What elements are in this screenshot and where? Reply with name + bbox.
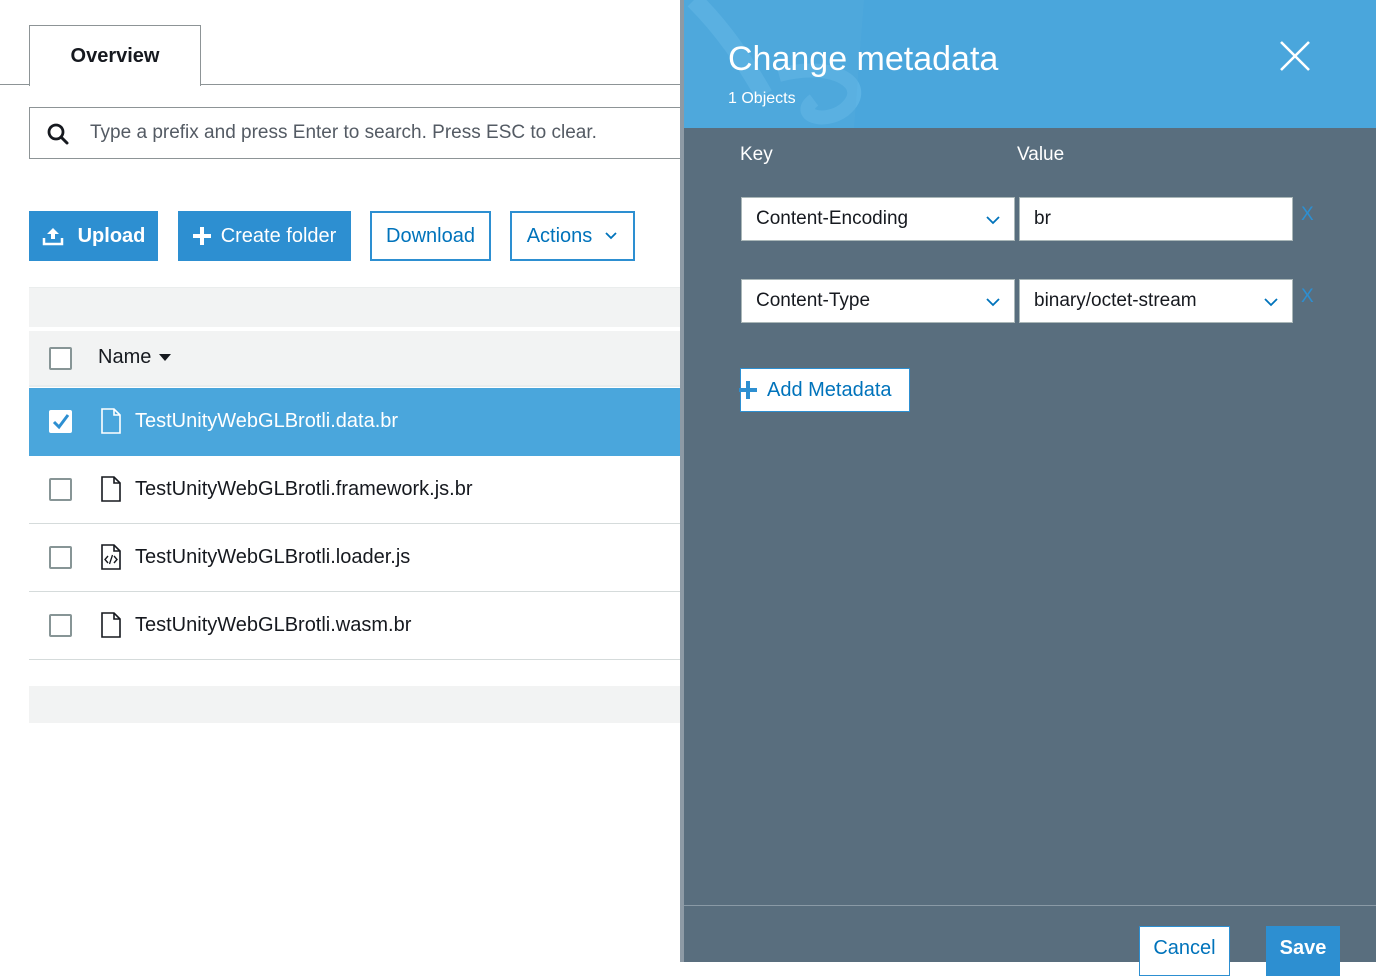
checkmark-icon xyxy=(52,414,70,430)
metadata-key-value: Content-Type xyxy=(756,290,871,311)
cancel-button[interactable]: Cancel xyxy=(1139,926,1230,976)
file-name[interactable]: TestUnityWebGLBrotli.data.br xyxy=(135,410,398,433)
table-header: Name xyxy=(29,331,684,387)
search-bar[interactable] xyxy=(29,107,684,159)
row-checkbox[interactable] xyxy=(49,410,72,433)
file-name[interactable]: TestUnityWebGLBrotli.loader.js xyxy=(135,546,410,569)
metadata-key-select[interactable]: Content-Encoding xyxy=(741,197,1015,241)
table-row[interactable]: TestUnityWebGLBrotli.data.br xyxy=(29,388,684,456)
metadata-value-text: br xyxy=(1034,208,1051,229)
table-toolbar-band xyxy=(29,287,684,327)
panel-body xyxy=(684,128,1376,962)
panel-right-margin xyxy=(1376,0,1400,962)
panel-subtitle: 1 Objects xyxy=(728,90,796,107)
sort-down-icon xyxy=(159,353,172,361)
bucket-browser: Overview Upload Create folder Download A… xyxy=(0,0,684,962)
table-row[interactable]: TestUnityWebGLBrotli.framework.js.br xyxy=(29,456,684,524)
file-icon xyxy=(101,612,121,638)
row-checkbox[interactable] xyxy=(49,614,72,637)
save-button[interactable]: Save xyxy=(1266,926,1340,976)
file-icon xyxy=(101,476,121,502)
panel-header: Change metadata 1 Objects xyxy=(684,0,1376,128)
panel-title: Change metadata xyxy=(728,40,999,78)
download-label: Download xyxy=(386,224,475,247)
upload-button[interactable]: Upload xyxy=(29,211,158,261)
tab-overview[interactable]: Overview xyxy=(29,25,201,86)
remove-metadata-button[interactable]: X xyxy=(1301,286,1314,308)
upload-label: Upload xyxy=(77,224,146,247)
name-column-header[interactable]: Name xyxy=(98,346,172,369)
add-metadata-button[interactable]: Add Metadata xyxy=(739,368,910,412)
table-row[interactable]: TestUnityWebGLBrotli.wasm.br xyxy=(29,592,684,660)
file-name[interactable]: TestUnityWebGLBrotli.wasm.br xyxy=(135,614,411,637)
search-input[interactable] xyxy=(90,116,684,150)
search-icon xyxy=(47,123,69,145)
actions-label: Actions xyxy=(526,224,593,247)
chevron-down-icon xyxy=(605,232,617,240)
chevron-down-icon xyxy=(986,298,1000,307)
metadata-value-select[interactable]: binary/octet-stream xyxy=(1019,279,1293,323)
actions-dropdown[interactable]: Actions xyxy=(510,211,635,261)
panel-footer-divider xyxy=(684,905,1376,906)
metadata-value-input[interactable]: br xyxy=(1019,197,1293,241)
select-all-checkbox[interactable] xyxy=(49,347,72,370)
row-checkbox[interactable] xyxy=(49,546,72,569)
row-checkbox[interactable] xyxy=(49,478,72,501)
file-name[interactable]: TestUnityWebGLBrotli.framework.js.br xyxy=(135,478,473,501)
plus-icon xyxy=(192,227,211,245)
name-column-label: Name xyxy=(98,346,152,368)
table-footer-band xyxy=(29,686,684,723)
table-row[interactable]: TestUnityWebGLBrotli.loader.js xyxy=(29,524,684,592)
remove-metadata-button[interactable]: X xyxy=(1301,204,1314,226)
upload-icon xyxy=(42,228,63,246)
file-icon xyxy=(101,408,121,434)
metadata-key-select[interactable]: Content-Type xyxy=(741,279,1015,323)
value-column-label: Value xyxy=(1017,144,1065,165)
close-icon[interactable] xyxy=(1278,39,1312,73)
add-metadata-label: Add Metadata xyxy=(767,379,892,401)
code-file-icon xyxy=(101,544,121,570)
chevron-down-icon xyxy=(986,216,1000,225)
key-column-label: Key xyxy=(740,144,773,165)
metadata-value-text: binary/octet-stream xyxy=(1034,290,1197,311)
create-folder-label: Create folder xyxy=(220,224,337,247)
plus-icon xyxy=(739,381,757,399)
create-folder-button[interactable]: Create folder xyxy=(178,211,351,261)
download-button[interactable]: Download xyxy=(370,211,491,261)
metadata-key-value: Content-Encoding xyxy=(756,208,909,229)
chevron-down-icon xyxy=(1264,298,1278,307)
